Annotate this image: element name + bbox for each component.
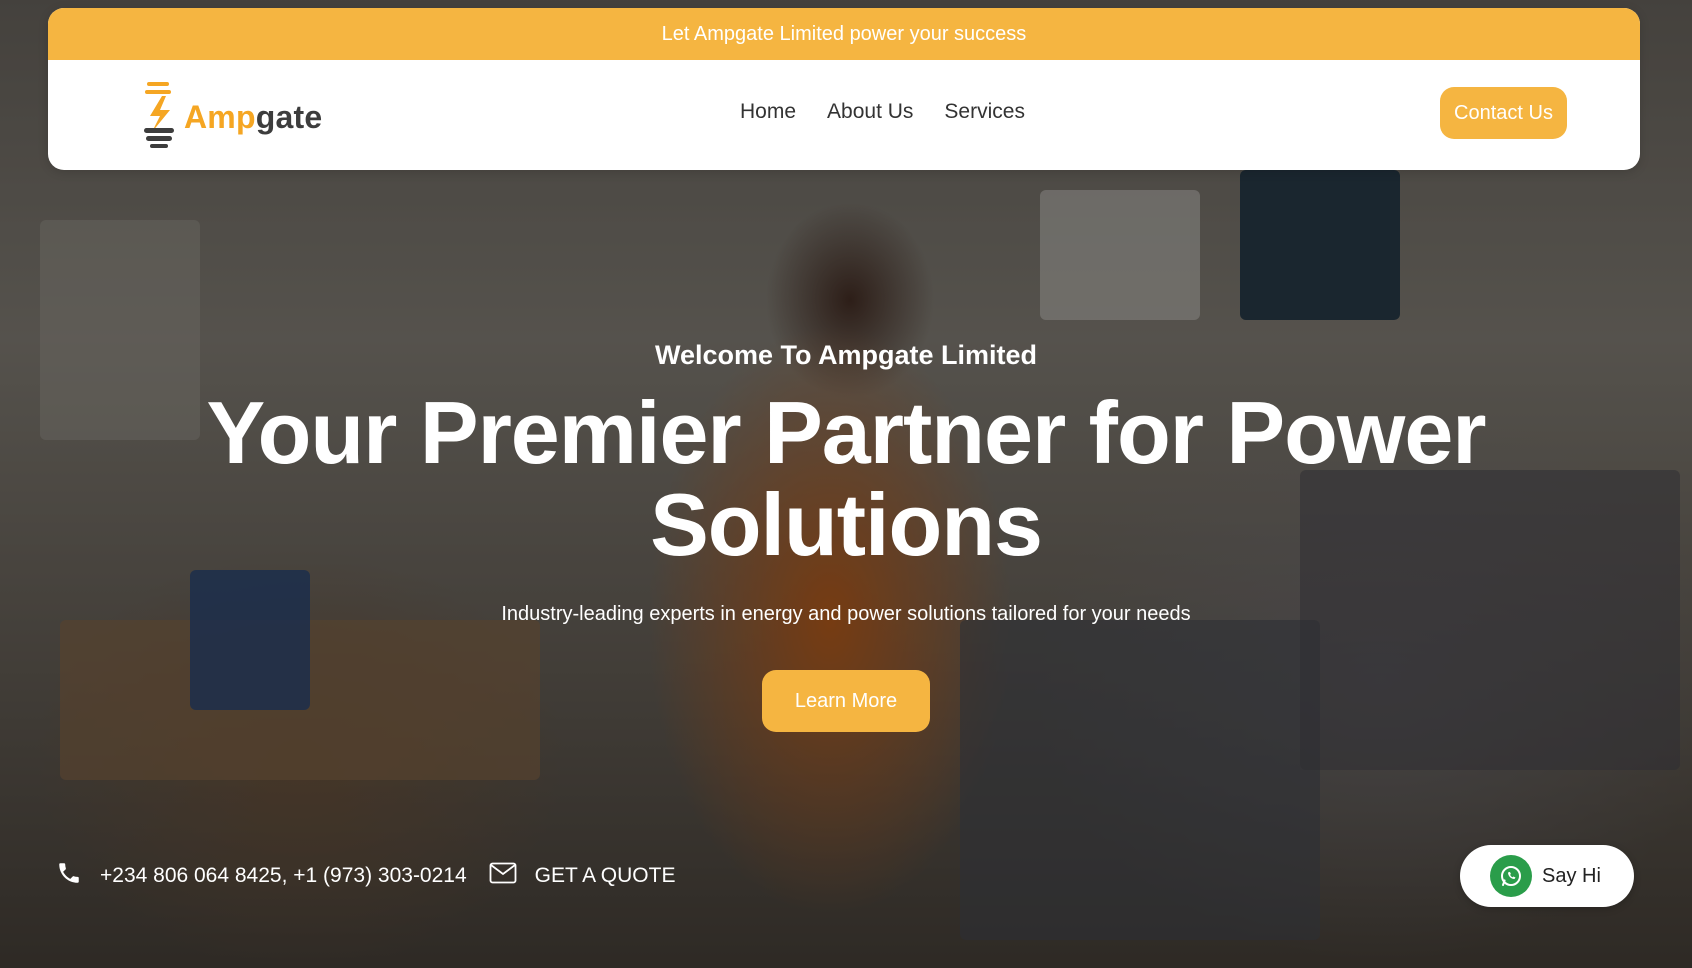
contact-strip: +234 806 064 8425, +1 (973) 303-0214 GET… [56, 860, 675, 892]
announcement-bar: Let Ampgate Limited power your success [48, 8, 1640, 60]
nav-links: Home About Us Services [740, 100, 1025, 124]
hero-headline: Your Premier Partner for Power Solutions [146, 387, 1546, 571]
nav-services[interactable]: Services [944, 100, 1025, 124]
phone-contact[interactable]: +234 806 064 8425, +1 (973) 303-0214 [56, 860, 467, 892]
hero-content: Welcome To Ampgate Limited Your Premier … [0, 340, 1692, 732]
whatsapp-icon [1490, 855, 1532, 897]
logo-text-accent: Amp [184, 99, 256, 135]
hero-eyebrow: Welcome To Ampgate Limited [654, 340, 1038, 370]
learn-more-button[interactable]: Learn More [762, 670, 930, 732]
site-header: Let Ampgate Limited power your success A… [48, 8, 1640, 170]
hero-headline-line-1: Your Premier Partner for Power [206, 383, 1487, 482]
phone-icon [56, 860, 82, 892]
logo-wordmark: Ampgate [184, 99, 322, 136]
logo[interactable]: Ampgate [140, 80, 322, 155]
lightning-bulb-icon [140, 80, 180, 155]
say-hi-label: Say Hi [1542, 864, 1601, 887]
mail-icon [489, 862, 517, 890]
nav-about-us[interactable]: About Us [827, 100, 913, 124]
navbar: Ampgate Home About Us Services Contact U… [48, 60, 1640, 170]
contact-us-button[interactable]: Contact Us [1440, 87, 1567, 139]
get-a-quote-label: GET A QUOTE [534, 864, 676, 887]
get-a-quote-link[interactable]: GET A QUOTE [489, 862, 676, 890]
logo-text-dark: gate [255, 99, 323, 135]
phone-numbers: +234 806 064 8425, +1 (973) 303-0214 [100, 864, 467, 887]
nav-home[interactable]: Home [740, 100, 796, 124]
announcement-text: Let Ampgate Limited power your success [661, 22, 1027, 45]
say-hi-chat-button[interactable]: Say Hi [1460, 845, 1634, 907]
hero-headline-line-2: Solutions [650, 475, 1043, 574]
hero-subline: Industry-leading experts in energy and p… [501, 603, 1191, 625]
